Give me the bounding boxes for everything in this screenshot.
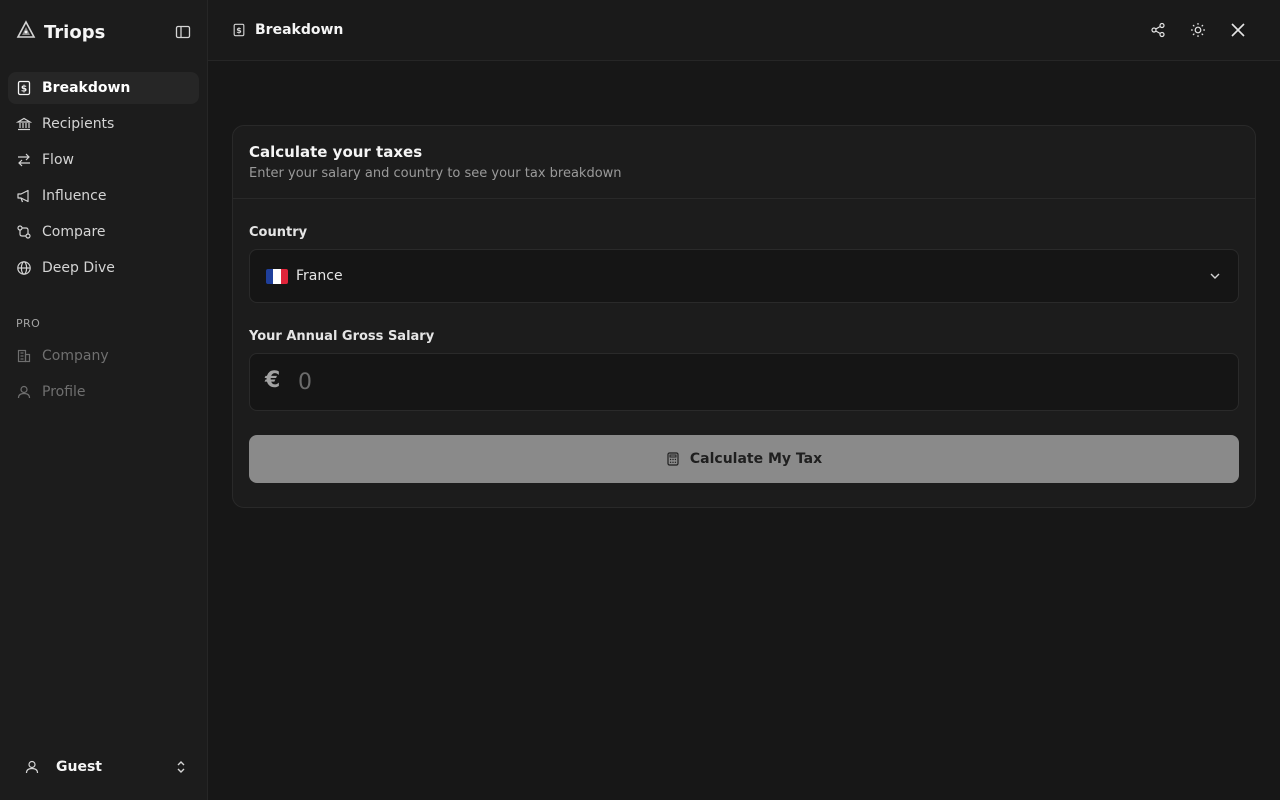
chevrons-up-down-icon <box>177 761 185 773</box>
share-icon <box>1151 22 1165 38</box>
salary-label: Your Annual Gross Salary <box>249 329 435 344</box>
globe-icon <box>17 261 31 275</box>
sidebar-item-label: Company <box>42 348 109 364</box>
flag-stripe-blue <box>266 268 274 284</box>
building-icon <box>17 349 31 363</box>
sidebar-item-breakdown[interactable]: $ Breakdown <box>8 72 199 104</box>
tax-calculator-card: Calculate your taxes Enter your salary a… <box>232 125 1256 508</box>
topbar: $ Breakdown <box>208 0 1280 61</box>
arrows-left-right-icon <box>18 153 30 167</box>
brand[interactable]: Triops <box>16 20 105 44</box>
triops-logo-icon <box>16 20 36 44</box>
breadcrumb: $ Breakdown <box>232 20 343 40</box>
user-icon <box>17 385 31 399</box>
x-link-button[interactable] <box>1227 19 1249 41</box>
sidebar-item-label: Influence <box>42 188 107 204</box>
user-name: Guest <box>56 759 102 775</box>
chevron-down-icon <box>1210 273 1220 279</box>
git-compare-icon <box>17 225 31 239</box>
bank-icon <box>16 117 32 131</box>
svg-text:$: $ <box>236 26 241 35</box>
sidebar-item-company[interactable]: Company <box>8 340 199 372</box>
sun-icon <box>1191 23 1205 37</box>
sidebar-nav: $ Breakdown Recipients Flow Influence Co… <box>8 72 199 288</box>
flag-stripe-red <box>280 268 288 284</box>
salary-field: € <box>249 353 1239 411</box>
megaphone-icon <box>17 189 29 203</box>
currency-symbol: € <box>265 368 281 393</box>
sidebar-item-label: Profile <box>42 384 86 400</box>
svg-text:$: $ <box>21 85 27 95</box>
card-title: Calculate your taxes <box>249 143 423 161</box>
calculate-tax-button[interactable]: Calculate My Tax <box>249 435 1239 483</box>
country-select[interactable]: France <box>249 249 1239 303</box>
calculate-tax-label: Calculate My Tax <box>689 451 823 467</box>
share-button[interactable] <box>1147 19 1169 41</box>
country-value: France <box>296 268 343 284</box>
sidebar-item-profile[interactable]: Profile <box>8 376 199 408</box>
dollar-receipt-icon: $ <box>233 23 245 37</box>
user-menu-button[interactable]: Guest <box>8 750 199 784</box>
sidebar-item-deep-dive[interactable]: Deep Dive <box>8 252 199 284</box>
france-flag-icon <box>266 268 288 284</box>
theme-toggle-button[interactable] <box>1187 19 1209 41</box>
dollar-receipt-icon: $ <box>17 80 31 96</box>
flag-stripe-white <box>273 268 281 284</box>
pro-section-label: PRO <box>16 317 41 330</box>
sidebar-item-recipients[interactable]: Recipients <box>8 108 199 140</box>
sidebar: Triops $ Breakdown Recipients Flow Influ… <box>0 0 208 800</box>
country-label: Country <box>249 225 308 240</box>
x-logo-icon <box>1231 23 1245 37</box>
panel-left-icon <box>175 25 191 39</box>
user-icon <box>25 760 39 774</box>
sidebar-pro-nav: Company Profile <box>8 340 199 412</box>
sidebar-toggle-button[interactable] <box>172 21 194 43</box>
sidebar-item-label: Deep Dive <box>42 260 115 276</box>
sidebar-item-flow[interactable]: Flow <box>8 144 199 176</box>
sidebar-item-influence[interactable]: Influence <box>8 180 199 212</box>
sidebar-item-label: Compare <box>42 224 106 240</box>
page-title: Breakdown <box>255 22 344 38</box>
card-header: Calculate your taxes Enter your salary a… <box>233 126 1255 199</box>
salary-input[interactable] <box>298 362 1218 402</box>
sidebar-item-label: Flow <box>42 152 74 168</box>
sidebar-item-label: Recipients <box>42 116 115 132</box>
card-subtitle: Enter your salary and country to see you… <box>249 166 622 181</box>
sidebar-item-compare[interactable]: Compare <box>8 216 199 248</box>
sidebar-item-label: Breakdown <box>42 80 131 96</box>
brand-name: Triops <box>44 21 106 43</box>
calculator-icon <box>667 452 679 466</box>
